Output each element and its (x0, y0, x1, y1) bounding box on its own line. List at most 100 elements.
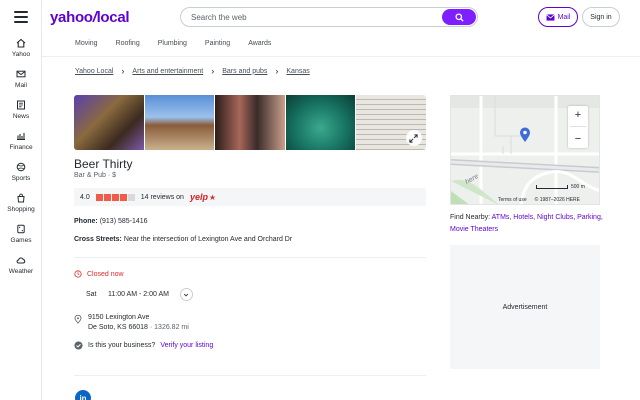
status-text: Closed now (87, 270, 124, 278)
expand-icon (409, 133, 419, 143)
breadcrumb-bars-pubs[interactable]: Bars and pubs (222, 68, 267, 75)
hours-row: Sat 11:00 AM - 2:00 AM (86, 288, 193, 301)
phone-label: Phone: (74, 218, 98, 225)
shopping-icon (17, 193, 25, 203)
rail-item-news[interactable]: News (0, 100, 42, 120)
rail-item-label: Games (10, 237, 32, 244)
nearby-movie-theaters-link[interactable]: Movie Theaters (450, 226, 498, 233)
rating-stars (95, 193, 135, 201)
hours-time: 11:00 AM - 2:00 AM (108, 291, 169, 298)
sign-in-button[interactable]: Sign in (582, 7, 620, 27)
rail-item-weather[interactable]: Weather (0, 255, 42, 275)
search-icon (454, 12, 464, 22)
breadcrumb-yahoo-local[interactable]: Yahoo Local (75, 68, 113, 75)
expand-gallery-button[interactable] (405, 130, 422, 146)
left-rail: Yahoo Mail News Finance Sports Shopping … (0, 0, 42, 400)
hours-day: Sat (86, 291, 97, 298)
breadcrumb: Yahoo Local › Arts and entertainment › B… (75, 66, 310, 76)
yelp-logo[interactable]: yelp (190, 192, 208, 202)
yelp-burst-icon (209, 193, 216, 200)
address-line-2[interactable]: De Soto, KS 66018 (88, 324, 148, 331)
nearby-night-clubs-link[interactable]: Night Clubs (537, 214, 573, 221)
star-icon (127, 193, 135, 201)
map-zoom-control: + − (568, 106, 588, 148)
linkedin-icon[interactable]: in (75, 390, 91, 400)
advertisement-label: Advertisement (502, 303, 548, 311)
mail-icon (545, 13, 555, 21)
weather-icon (16, 257, 26, 264)
map-copyright: © 1987–2026 HERE (534, 197, 581, 203)
menu-icon[interactable] (14, 11, 28, 23)
category-moving[interactable]: Moving (75, 40, 98, 47)
category-plumbing[interactable]: Plumbing (158, 40, 187, 47)
divider (570, 126, 586, 128)
yahoo-local-logo[interactable]: yahoo/local (50, 9, 130, 26)
search-input[interactable] (191, 11, 431, 24)
category-roofing[interactable]: Roofing (116, 40, 140, 47)
search-button[interactable] (442, 9, 476, 25)
photo-thumbnail[interactable] (144, 95, 215, 150)
rail-item-label: Shopping (7, 206, 35, 213)
mail-label: Mail (557, 13, 571, 21)
rail-item-games[interactable]: Games (0, 224, 42, 244)
star-icon (119, 193, 127, 201)
scale-bar (536, 185, 568, 189)
phone-number[interactable]: (913) 585-1416 (100, 218, 148, 225)
photo-thumbnail[interactable] (74, 95, 144, 150)
rail-item-mail[interactable]: Mail (0, 69, 42, 89)
open-status: Closed now (74, 270, 124, 278)
rail-item-label: Finance (9, 144, 33, 151)
location-pin-icon (74, 315, 82, 324)
mail-button[interactable]: Mail (538, 7, 578, 27)
chevron-down-icon (184, 293, 189, 296)
address-block: 9150 Lexington Ave De Soto, KS 66018 · 1… (74, 313, 189, 333)
rail-item-sports[interactable]: Sports (0, 162, 42, 182)
map-terms-link[interactable]: Terms of use (498, 197, 527, 203)
map-pin-icon[interactable] (519, 127, 531, 143)
distance: · 1326.82 mi (149, 324, 189, 331)
nearby-parking-link[interactable]: Parking (577, 214, 601, 221)
map-footer: Terms of use © 1987–2026 HERE (498, 197, 580, 203)
check-circle-icon (74, 341, 83, 350)
breadcrumb-arts-entertainment[interactable]: Arts and entertainment (132, 68, 203, 75)
nearby-label: Find Nearby: (450, 214, 491, 221)
category-awards[interactable]: Awards (248, 40, 271, 47)
photo-thumbnail[interactable] (215, 95, 285, 150)
photo-thumbnail[interactable] (285, 95, 356, 150)
photo-gallery[interactable] (74, 95, 426, 150)
rating-bar[interactable]: 4.0 14 reviews on yelp (74, 188, 426, 206)
sports-icon (16, 162, 26, 172)
advertisement-slot[interactable]: Advertisement (450, 245, 600, 369)
verify-listing-link[interactable]: Verify your listing (160, 342, 213, 349)
nearby-atms-link[interactable]: ATMs (492, 214, 510, 221)
claim-listing: Is this your business? Verify your listi… (74, 341, 213, 350)
rail-item-label: Mail (15, 82, 27, 89)
rating-value: 4.0 (80, 193, 90, 201)
review-count[interactable]: 14 reviews on (141, 194, 184, 201)
zoom-in-button[interactable]: + (575, 109, 581, 121)
home-icon (16, 38, 26, 48)
star-icon (111, 193, 119, 201)
star-icon (103, 193, 111, 201)
cross-streets-row: Cross Streets: Near the intersection of … (74, 236, 292, 243)
expand-hours-button[interactable] (179, 288, 193, 301)
address-line-1[interactable]: 9150 Lexington Ave (88, 313, 189, 323)
photo-thumbnail[interactable] (356, 95, 426, 150)
star-icon (95, 193, 103, 201)
category-nav: Moving Roofing Plumbing Painting Awards (75, 40, 289, 47)
nearby-hotels-link[interactable]: Hotels (513, 214, 533, 221)
finance-icon (17, 133, 25, 141)
rail-item-finance[interactable]: Finance (0, 131, 42, 151)
zoom-out-button[interactable]: − (575, 133, 581, 145)
rail-item-yahoo[interactable]: Yahoo (0, 38, 42, 58)
business-category: Bar & Pub · $ (74, 172, 117, 179)
logo-sub: local (96, 9, 130, 26)
rail-item-shopping[interactable]: Shopping (0, 193, 42, 213)
games-icon (17, 224, 25, 234)
category-painting[interactable]: Painting (205, 40, 230, 47)
cross-streets-label: Cross Streets: (74, 236, 122, 243)
claim-text: Is this your business? (88, 342, 156, 349)
breadcrumb-kansas[interactable]: Kansas (286, 68, 309, 75)
divider (42, 56, 640, 57)
chevron-right-icon: › (275, 66, 279, 76)
